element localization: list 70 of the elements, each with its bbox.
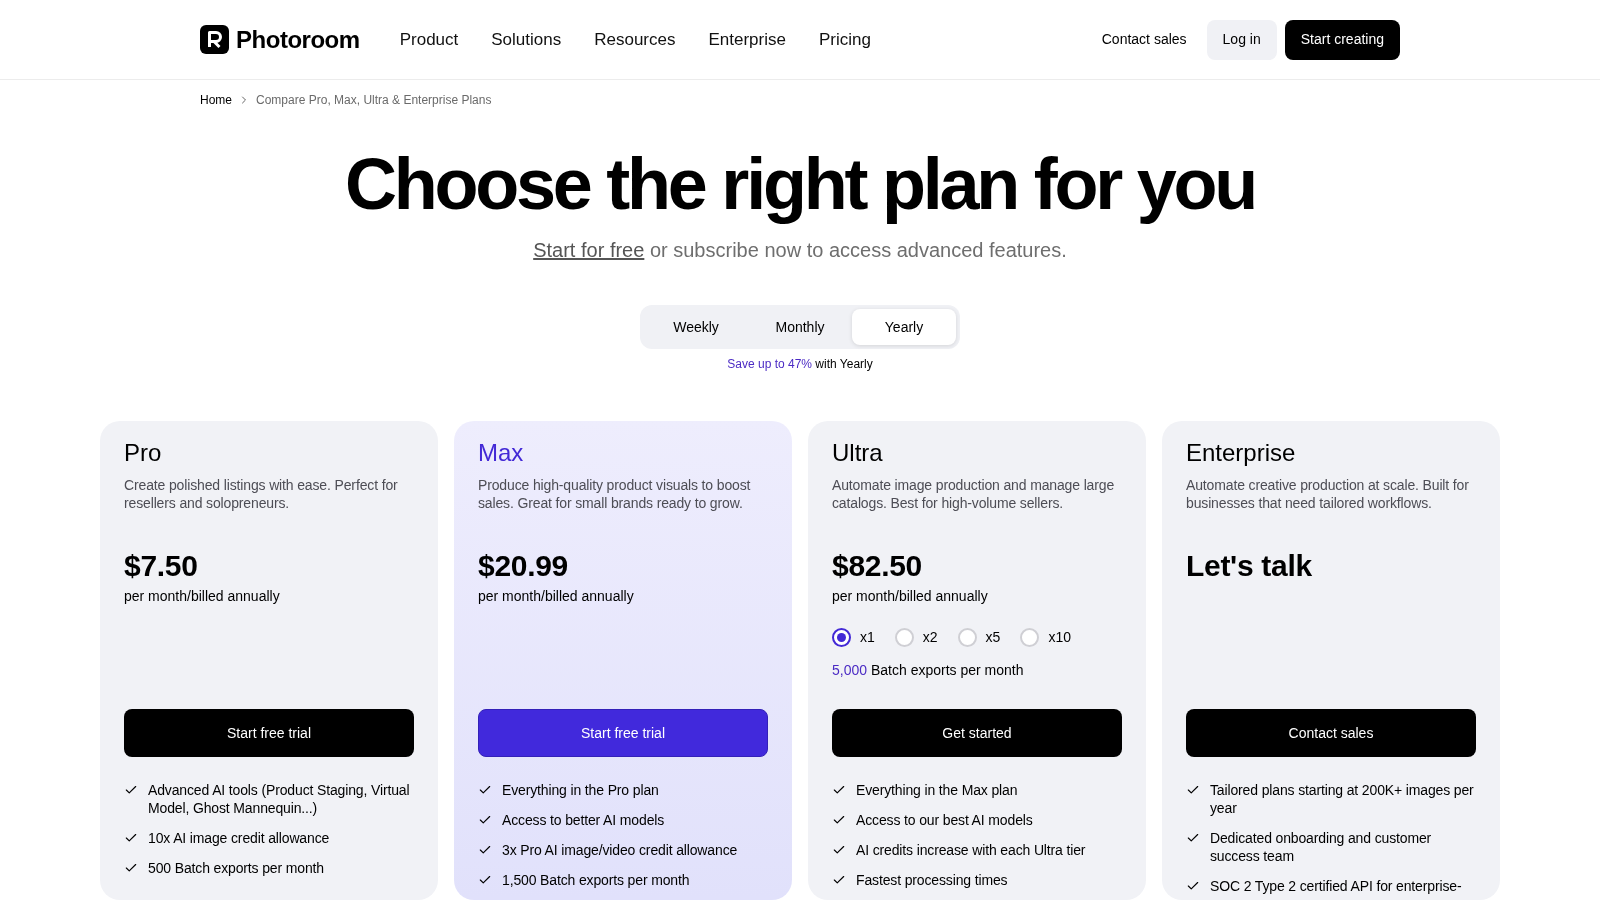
batch-exports-text: 5,000 Batch exports per month [832,661,1025,680]
billing-tab[interactable]: Weekly [644,309,748,345]
nav-link[interactable]: Enterprise [708,26,786,53]
tier-radio[interactable]: x10 [1020,627,1071,647]
plan-price: $82.50 [832,548,923,584]
feature-text: Dedicated onboarding and customer success team [1210,829,1433,865]
page-subtitle: Start for free or subscribe now to access advanced features. [532,238,1068,263]
plan-price: $20.99 [478,548,569,584]
feature-text: Advanced AI tools (Product Staging, Virtual Model, Ghost Mannequin...) [148,781,411,817]
check-icon [832,843,846,857]
feature-text: 500 Batch exports per month [148,859,324,877]
check-icon [478,843,492,857]
nav-link[interactable]: Solutions [491,26,562,53]
plan-price: $7.50 [124,548,199,584]
feature-text: Everything in the Max plan [856,781,1018,799]
billing-period: per month/billed annually [478,587,635,606]
plan-name: Enterprise [1186,438,1297,468]
plan-description: Automate creative production at scale. Built for businesses that need tailored workflows. [1186,476,1470,512]
feature-text: 3x Pro AI image/video credit allowance [502,841,738,859]
tier-radio[interactable]: x5 [957,627,1001,647]
plan-name: Max [478,438,525,468]
check-icon [1186,879,1200,893]
check-icon [124,783,138,797]
feature-text: Access to our best AI models [856,811,1033,829]
check-icon [1186,831,1200,845]
feature-text: 10x AI image credit allowance [148,829,330,847]
nav-link[interactable]: Resources [594,26,676,53]
billing-tab[interactable]: Yearly [852,309,956,345]
feature-text: SOC 2 Type 2 certified API for enterprise- [1210,877,1462,895]
feature-text: 1,500 Batch exports per month [502,871,690,889]
billing-tab[interactable]: Monthly [748,309,852,345]
check-icon [478,783,492,797]
primary-button[interactable]: Start creating [1284,19,1400,60]
tier-radio[interactable]: x2 [894,627,938,647]
nav-link[interactable]: Product [399,26,459,53]
nav-link[interactable]: Contact sales [1089,19,1199,60]
plan-name: Ultra [832,438,884,468]
logo-icon [200,25,229,54]
feature-text: Tailored plans starting at 200K+ images per year [1210,781,1475,817]
check-icon [124,831,138,845]
plan-action-button[interactable]: Get started [832,709,1122,757]
feature-text: Access to better AI models [502,811,665,829]
breadcrumb-link[interactable]: Compare Pro, Max, Ultra & Enterprise Plans [256,91,492,109]
feature-text: AI credits increase with each Ultra tier [856,841,1086,859]
check-icon [832,783,846,797]
check-icon [478,813,492,827]
billing-period: per month/billed annually [124,587,281,606]
nav-link[interactable]: Pricing [818,26,871,53]
plan-action-button[interactable]: Start free trial [124,709,414,757]
check-icon [832,873,846,887]
start-free-link[interactable]: Start for free [533,239,645,261]
check-icon [1186,783,1200,797]
plan-description: Produce high-quality product visuals to boost sales. Great for small brands ready to grow. [478,476,752,512]
secondary-button[interactable]: Log in [1206,19,1277,60]
plan-description: Create polished listings with ease. Perfect for resellers and solopreneurs. [124,476,399,512]
plan-description: Automate image production and manage large catalogs. Best for high-volume sellers. [832,476,1116,512]
check-icon [832,813,846,827]
plan-name: Pro [124,438,163,468]
feature-text: Everything in the Pro plan [502,781,659,799]
tier-radio[interactable]: x1 [832,627,875,647]
check-icon [478,873,492,887]
plan-price: Let's talk [1186,548,1313,584]
breadcrumb-link[interactable]: Home [200,91,232,109]
savings-note: Save up to 47% with Yearly [726,356,874,372]
logo-link[interactable]: Photoroom [200,21,360,58]
feature-text: Fastest processing times [856,871,1008,889]
billing-period: per month/billed annually [832,587,989,606]
check-icon [124,861,138,875]
plan-action-button[interactable]: Start free trial [478,709,768,757]
plan-action-button[interactable]: Contact sales [1186,709,1476,757]
